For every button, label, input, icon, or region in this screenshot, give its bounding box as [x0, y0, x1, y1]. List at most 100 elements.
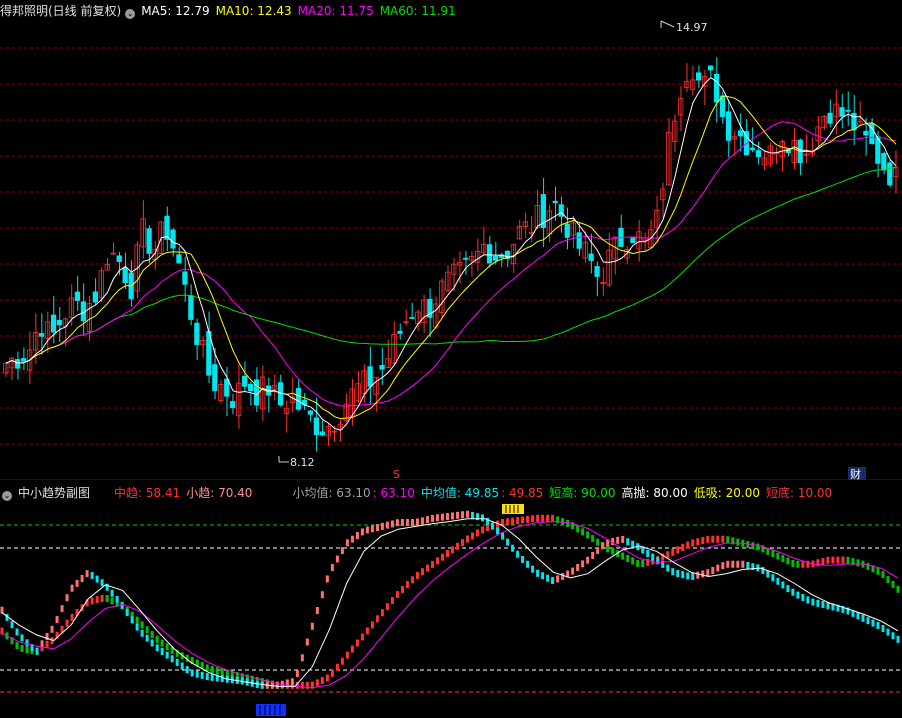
candle: [433, 296, 439, 329]
mid-trend-bar: [691, 539, 695, 547]
mid-trend-bar: [756, 543, 760, 551]
mid-trend-bar: [400, 585, 404, 593]
small-trend-bar: [415, 518, 419, 526]
candle: [80, 283, 87, 336]
candle: [809, 137, 815, 158]
candle: [606, 232, 612, 287]
small-trend-bar: [435, 514, 439, 522]
mid-trend-bar: [681, 543, 685, 551]
mid-trend-bar: [350, 645, 354, 653]
small-trend-bar: [425, 516, 429, 524]
mid-trend-bar: [405, 581, 409, 589]
small-trend-bar: [95, 575, 99, 583]
small-trend-bar: [120, 601, 124, 609]
mid-trend-bar: [155, 635, 159, 643]
mid-trend-bar: [95, 596, 99, 604]
small-trend-bar: [260, 681, 264, 689]
mid-trend-bar: [526, 515, 530, 523]
small-trend-bar: [335, 555, 339, 563]
mid-trend-bar: [896, 585, 900, 593]
mid-trend-bar: [150, 631, 154, 639]
price-chart-header: 得邦照明(日线 前复权) ⌄ MA5: 12.79 MA10: 12.43 MA20: …: [0, 2, 462, 20]
small-trend-bar: [451, 512, 455, 520]
mid-trend-bar: [471, 532, 475, 540]
mid-trend-bar: [440, 553, 444, 561]
indicator-title[interactable]: 中小趋势副图: [18, 486, 90, 500]
small-trend-bar: [891, 632, 895, 640]
small-trend-bar: [160, 647, 164, 655]
candle: [696, 65, 702, 89]
candle: [821, 115, 827, 131]
candle: [797, 138, 803, 176]
mid-trend-bar: [215, 667, 219, 675]
small-trend-bar: [305, 638, 309, 646]
candle: [743, 119, 750, 156]
small-trend-bar: [55, 616, 59, 624]
candle: [38, 313, 45, 355]
price-chart[interactable]: 14.97 8.12 S 财: [0, 0, 902, 480]
small-trend-bar: [596, 547, 600, 555]
candle: [212, 347, 218, 400]
small-trend-label: 小趋: 70.40: [186, 486, 253, 500]
mid-trend-bar: [721, 535, 725, 543]
small-trend-bar: [85, 570, 89, 578]
small-trend-bar: [40, 640, 44, 648]
small-trend-bar: [711, 567, 715, 575]
mid-trend-bar: [0, 627, 4, 635]
small-trend-bar: [420, 517, 424, 525]
small-trend-bar: [601, 542, 605, 550]
mid-trend-bar: [531, 515, 535, 523]
small-trend-bar: [195, 670, 199, 678]
mid-trend-bar: [586, 531, 590, 539]
candle: [104, 257, 110, 271]
mid-trend-bar: [796, 560, 800, 568]
small-trend-bar: [130, 616, 134, 624]
mid-trend-bar: [791, 559, 795, 567]
mid-trend-bar: [676, 546, 680, 554]
small-trend-bar: [481, 514, 485, 522]
mid-trend-bar: [841, 556, 845, 564]
candle: [200, 335, 206, 358]
small-trend-bar: [591, 551, 595, 559]
mid-trend-bar: [476, 529, 480, 537]
small-trend-bar: [370, 525, 374, 533]
small-trend-bar: [395, 519, 399, 527]
finance-marker[interactable]: 财: [850, 467, 861, 480]
small-trend-bar: [440, 513, 444, 521]
small-trend-bar: [385, 521, 389, 529]
small-trend-bar: [816, 599, 820, 607]
chevron-down-icon[interactable]: ⌄: [2, 491, 12, 501]
mid-trend-label: 中趋: 58.41: [114, 486, 181, 500]
small-trend-bar: [355, 532, 359, 540]
candle: [140, 200, 146, 259]
candle: [230, 394, 236, 415]
candle: [409, 302, 415, 319]
small-trend-bar: [731, 560, 735, 568]
mid-trend-bar: [65, 619, 69, 627]
candle: [827, 99, 833, 128]
chevron-down-icon[interactable]: ⌄: [125, 9, 136, 19]
candle: [564, 207, 570, 250]
candle: [367, 346, 373, 405]
small-trend-bar: [496, 527, 500, 535]
small-trend-bar: [516, 550, 520, 558]
small-trend-bar: [110, 589, 114, 597]
candle: [660, 182, 666, 219]
trend-indicator-chart[interactable]: [0, 480, 902, 718]
mid-trend-bar: [876, 567, 880, 575]
small-trend-bar: [345, 539, 349, 547]
mid-trend-bar: [466, 535, 470, 543]
chart-title[interactable]: 得邦照明(日线 前复权): [0, 4, 121, 18]
candle: [594, 261, 600, 297]
candle: [612, 236, 618, 275]
small-trend-bar: [631, 540, 635, 548]
high-price-label: 14.97: [676, 21, 708, 34]
small-trend-bar: [466, 510, 470, 518]
candle: [188, 284, 194, 326]
small-avg-value: : 63.10: [372, 486, 415, 500]
candle: [56, 307, 63, 343]
small-trend-bar: [486, 517, 490, 525]
mid-trend-bar: [315, 679, 319, 687]
small-trend-bar: [716, 564, 720, 572]
small-trend-bar: [375, 524, 379, 532]
